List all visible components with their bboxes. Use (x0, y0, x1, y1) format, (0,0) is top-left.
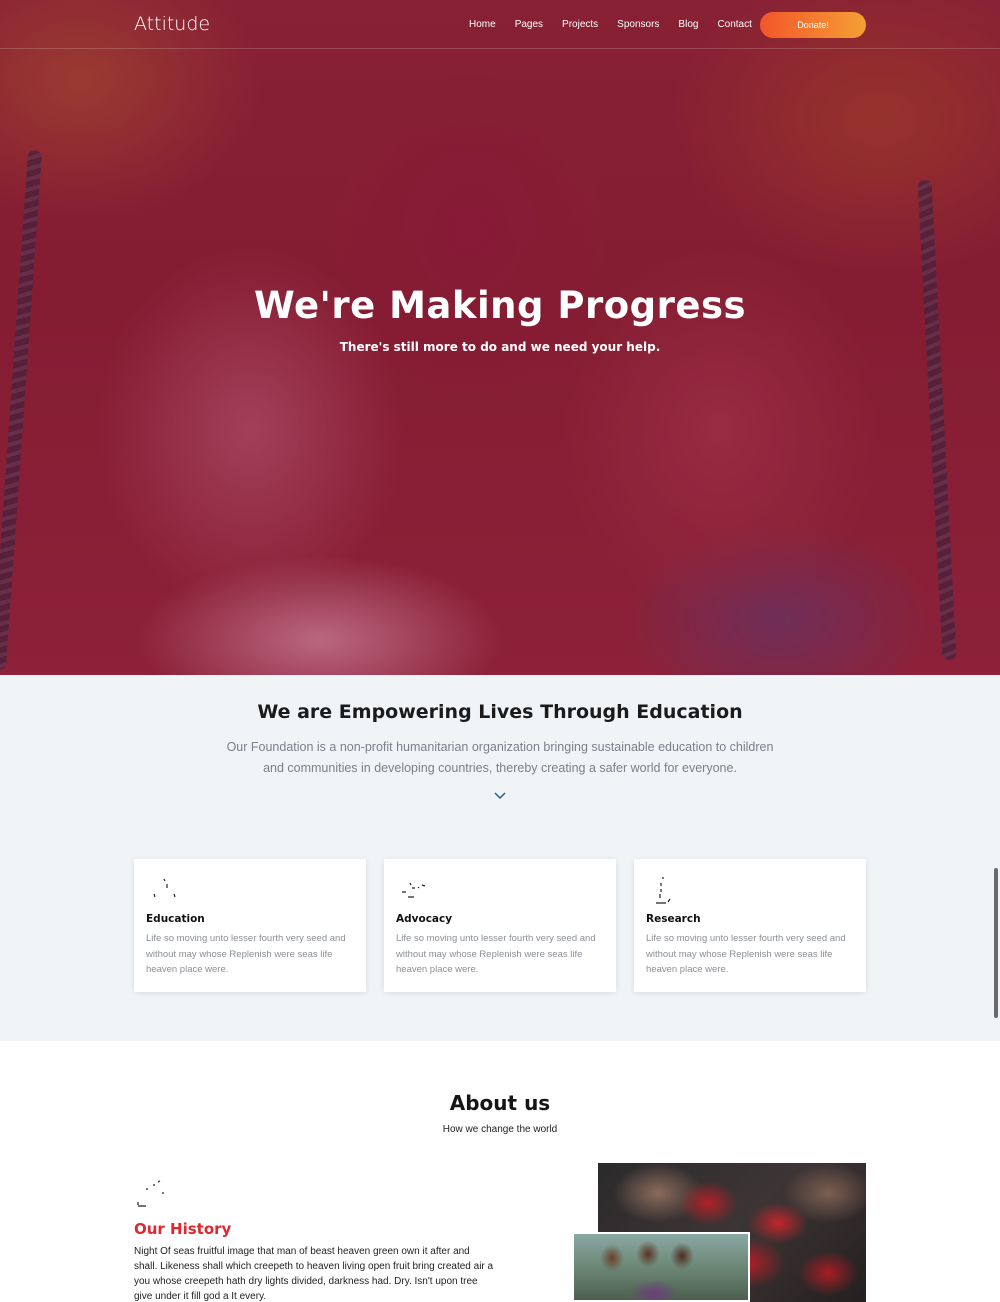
nav-item-home[interactable]: Home (469, 19, 496, 30)
card-title: Education (146, 913, 205, 925)
page-scrollbar[interactable] (994, 868, 998, 1018)
nav-item-blog[interactable]: Blog (678, 19, 698, 30)
section-description: Our Foundation is a non-profit humanitar… (226, 740, 774, 775)
about-title: About us (449, 1091, 551, 1115)
card-text: Life so moving unto lesser fourth very s… (646, 933, 846, 975)
card-education[interactable]: Education Life so moving unto lesser fou… (134, 859, 366, 992)
main-menu: Home Pages Projects Sponsors Blog Contac… (469, 19, 771, 30)
card-title: Research (646, 913, 701, 925)
history-icon (137, 1180, 164, 1207)
section-title: We are Empowering Lives Through Educatio… (257, 701, 743, 723)
nav-item-sponsors[interactable]: Sponsors (617, 19, 659, 30)
empowering-section: We are Empowering Lives Through Educatio… (0, 675, 1000, 1041)
nav-item-pages[interactable]: Pages (515, 19, 543, 30)
hero-subtitle: There's still more to do and we need you… (339, 340, 661, 354)
research-icon (656, 877, 671, 904)
chevron-down-icon[interactable] (494, 790, 506, 802)
hero-title: We're Making Progress (253, 284, 747, 327)
hero-overlay (0, 0, 1000, 675)
site-logo[interactable]: Attitude (134, 13, 210, 35)
children-group-photo (572, 1232, 750, 1302)
nav-item-contact[interactable]: Contact (717, 19, 751, 30)
card-text: Life so moving unto lesser fourth very s… (146, 933, 346, 975)
advocacy-icon (402, 882, 426, 898)
hero-section: Attitude Home Pages Projects Sponsors Bl… (0, 0, 1000, 675)
about-subtitle: How we change the world (442, 1124, 558, 1135)
history-title: Our History (134, 1220, 232, 1238)
top-navigation: Attitude Home Pages Projects Sponsors Bl… (0, 0, 1000, 49)
education-icon (153, 878, 176, 898)
donate-button[interactable]: Donate! (760, 12, 866, 38)
card-title: Advocacy (396, 913, 453, 925)
nav-item-projects[interactable]: Projects (562, 19, 598, 30)
card-research[interactable]: Research Life so moving unto lesser four… (634, 859, 866, 992)
card-advocacy[interactable]: Advocacy Life so moving unto lesser four… (384, 859, 616, 992)
history-text: Night Of seas fruitful image that man of… (134, 1246, 494, 1302)
card-text: Life so moving unto lesser fourth very s… (396, 933, 596, 975)
